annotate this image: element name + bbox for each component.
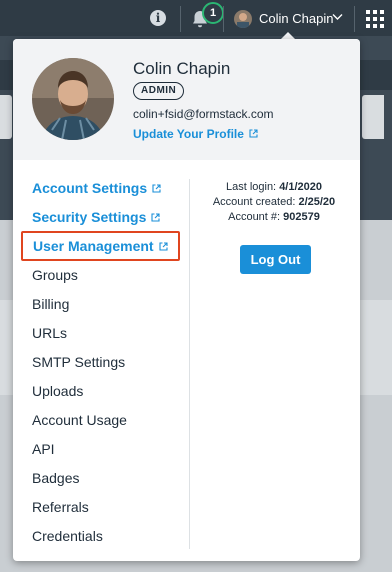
grid-icon[interactable] xyxy=(366,10,384,28)
menu-item-label: User Management xyxy=(33,238,154,254)
account-info: Last login: 4/1/2020 Account created: 2/… xyxy=(203,180,345,225)
menu-item-badges[interactable]: Badges xyxy=(32,470,79,486)
menu-item-urls[interactable]: URLs xyxy=(32,325,67,341)
menu-item-billing[interactable]: Billing xyxy=(32,296,69,312)
background-card xyxy=(362,95,384,139)
account-number-value: 902579 xyxy=(283,211,320,223)
external-link-icon xyxy=(152,184,161,193)
info-icon[interactable]: i xyxy=(150,10,166,26)
menu-item-account-usage[interactable]: Account Usage xyxy=(32,412,127,428)
profile-header: Colin Chapin ADMIN colin+fsid@formstack.… xyxy=(13,39,360,160)
menu-item-account-settings[interactable]: Account Settings xyxy=(32,180,161,196)
update-profile-link[interactable]: Update Your Profile xyxy=(133,127,258,141)
user-menu-name[interactable]: Colin Chapin xyxy=(259,11,333,26)
user-avatar-small[interactable] xyxy=(234,10,252,28)
profile-avatar xyxy=(32,58,114,140)
update-profile-label: Update Your Profile xyxy=(133,127,244,141)
nav-divider xyxy=(223,6,224,32)
column-divider xyxy=(189,179,190,549)
external-link-icon xyxy=(249,129,258,138)
account-created-value: 2/25/20 xyxy=(298,196,336,208)
background-card xyxy=(0,95,12,139)
menu-item-label: Security Settings xyxy=(32,209,147,225)
notification-badge[interactable]: 1 xyxy=(202,2,224,24)
account-number-row: Account #: 902579 xyxy=(228,211,320,223)
profile-email: colin+fsid@formstack.com xyxy=(133,107,274,121)
last-login-row: Last login: 4/1/2020 xyxy=(225,181,323,193)
top-nav-bar: i 1 Colin Chapin xyxy=(0,0,392,36)
menu-item-groups[interactable]: Groups xyxy=(32,267,78,283)
external-link-icon xyxy=(159,242,168,251)
menu-item-label: Account Settings xyxy=(32,180,148,196)
last-login-value: 4/1/2020 xyxy=(279,181,323,193)
menu-item-user-management[interactable]: User Management xyxy=(21,231,180,261)
account-created-row: Account created: 2/25/20 xyxy=(212,196,336,208)
role-badge: ADMIN xyxy=(133,82,185,100)
menu-item-referrals[interactable]: Referrals xyxy=(32,499,89,515)
chevron-down-icon[interactable] xyxy=(332,13,343,21)
profile-name: Colin Chapin xyxy=(133,59,231,78)
menu-item-credentials[interactable]: Credentials xyxy=(32,528,103,544)
menu-item-security-settings[interactable]: Security Settings xyxy=(32,209,160,225)
menu-item-api[interactable]: API xyxy=(32,441,55,457)
external-link-icon xyxy=(151,213,160,222)
nav-divider xyxy=(354,6,355,32)
menu-item-uploads[interactable]: Uploads xyxy=(32,383,83,399)
menu-item-smtp-settings[interactable]: SMTP Settings xyxy=(32,354,125,370)
user-dropdown-menu: Colin Chapin ADMIN colin+fsid@formstack.… xyxy=(13,39,360,561)
logout-button[interactable]: Log Out xyxy=(240,245,311,274)
nav-divider xyxy=(180,6,181,32)
